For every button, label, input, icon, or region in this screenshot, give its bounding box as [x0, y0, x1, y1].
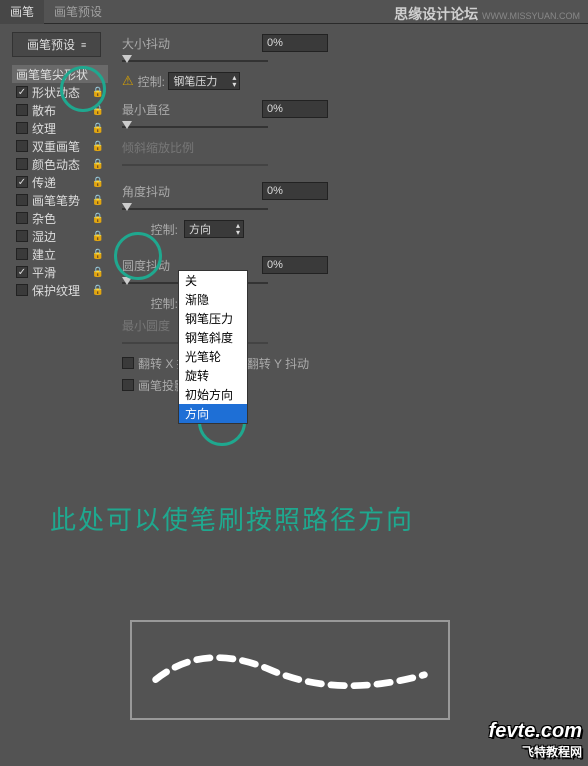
dropdown-option[interactable]: 渐隐: [179, 290, 247, 309]
control3-label: 控制:: [122, 295, 178, 312]
annotation-text: 此处可以使笔刷按照路径方向: [50, 500, 414, 537]
sidebar-build-up[interactable]: 建立🔒: [12, 245, 108, 263]
tab-brush[interactable]: 画笔: [0, 0, 44, 24]
dropdown-option[interactable]: 旋转: [179, 366, 247, 385]
checkbox[interactable]: [16, 230, 28, 242]
checkbox[interactable]: [16, 176, 28, 188]
sidebar-brush-pose[interactable]: 画笔笔势🔒: [12, 191, 108, 209]
flip-x-checkbox[interactable]: [122, 357, 134, 369]
round-jitter-value[interactable]: 0%: [262, 256, 328, 274]
angle-jitter-slider[interactable]: [122, 208, 268, 210]
tilt-scale-label: 倾斜缩放比例: [122, 139, 194, 156]
round-jitter-label: 圆度抖动: [122, 257, 182, 274]
tilt-scale-slider: [122, 164, 268, 166]
sidebar-dual-brush[interactable]: 双重画笔🔒: [12, 137, 108, 155]
control-dropdown-pen[interactable]: 钢笔压力▴▾: [168, 72, 240, 90]
dropdown-option[interactable]: 光笔轮: [179, 347, 247, 366]
checkbox[interactable]: [16, 86, 28, 98]
size-jitter-label: 大小抖动: [122, 35, 182, 52]
fevte-watermark: fevte.com 飞特教程网: [489, 720, 582, 760]
angle-jitter-label: 角度抖动: [122, 183, 182, 200]
sidebar-protect-texture[interactable]: 保护纹理🔒: [12, 281, 108, 299]
sidebar-color-dynamics[interactable]: 颜色动态🔒: [12, 155, 108, 173]
min-diameter-slider[interactable]: [122, 126, 268, 128]
sidebar: 画笔预设≡ 画笔笔尖形状 形状动态🔒 散布🔒 纹理🔒 双重画笔🔒 颜色动态🔒 传…: [12, 32, 108, 396]
tab-brush-presets[interactable]: 画笔预设: [44, 0, 112, 24]
min-round-label: 最小圆度: [122, 317, 170, 334]
lock-icon: 🔒: [92, 195, 104, 206]
sidebar-shape-dynamics[interactable]: 形状动态🔒: [12, 83, 108, 101]
checkbox[interactable]: [16, 212, 28, 224]
checkbox[interactable]: [16, 122, 28, 134]
lock-icon: 🔒: [92, 141, 104, 152]
checkbox[interactable]: [16, 158, 28, 170]
lock-icon: 🔒: [92, 105, 104, 116]
lock-icon: 🔒: [92, 285, 104, 296]
control-label: 控制:: [138, 73, 165, 90]
sidebar-scattering[interactable]: 散布🔒: [12, 101, 108, 119]
lock-icon: 🔒: [92, 249, 104, 260]
sidebar-smoothing[interactable]: 平滑🔒: [12, 263, 108, 281]
warning-icon: ⚠: [122, 73, 134, 89]
size-jitter-value[interactable]: 0%: [262, 34, 328, 52]
brush-projection-checkbox[interactable]: [122, 379, 134, 391]
dropdown-option[interactable]: 初始方向: [179, 385, 247, 404]
min-diameter-label: 最小直径: [122, 101, 182, 118]
control2-label: 控制:: [122, 221, 178, 238]
lock-icon: 🔒: [92, 123, 104, 134]
checkbox[interactable]: [16, 140, 28, 152]
brush-tip-shape[interactable]: 画笔笔尖形状: [12, 65, 108, 83]
dropdown-option[interactable]: 钢笔压力: [179, 309, 247, 328]
min-diameter-value[interactable]: 0%: [262, 100, 328, 118]
sidebar-transfer[interactable]: 传递🔒: [12, 173, 108, 191]
dropdown-option[interactable]: 钢笔斜度: [179, 328, 247, 347]
checkbox[interactable]: [16, 194, 28, 206]
menu-icon: ≡: [81, 40, 86, 50]
direction-dropdown-list[interactable]: 关 渐隐 钢笔压力 钢笔斜度 光笔轮 旋转 初始方向 方向: [178, 270, 248, 424]
checkbox[interactable]: [16, 284, 28, 296]
sidebar-texture[interactable]: 纹理🔒: [12, 119, 108, 137]
sidebar-noise[interactable]: 杂色🔒: [12, 209, 108, 227]
brush-preset-button[interactable]: 画笔预设≡: [12, 32, 101, 57]
brush-preview: [130, 620, 450, 720]
watermark: 思缘设计论坛 WWW.MISSYUAN.COM: [394, 4, 580, 24]
checkbox[interactable]: [16, 266, 28, 278]
sidebar-wet-edges[interactable]: 湿边🔒: [12, 227, 108, 245]
lock-icon: 🔒: [92, 213, 104, 224]
lock-icon: 🔒: [92, 159, 104, 170]
checkbox[interactable]: [16, 248, 28, 260]
size-jitter-slider[interactable]: [122, 60, 268, 62]
lock-icon: 🔒: [92, 177, 104, 188]
angle-jitter-value[interactable]: 0%: [262, 182, 328, 200]
checkbox[interactable]: [16, 104, 28, 116]
dropdown-option-selected[interactable]: 方向: [179, 404, 247, 423]
control-dropdown-direction[interactable]: 方向▴▾: [184, 220, 244, 238]
lock-icon: 🔒: [92, 87, 104, 98]
lock-icon: 🔒: [92, 231, 104, 242]
flip-y-label: 翻转 Y 抖动: [247, 355, 309, 372]
dropdown-option[interactable]: 关: [179, 271, 247, 290]
lock-icon: 🔒: [92, 267, 104, 278]
